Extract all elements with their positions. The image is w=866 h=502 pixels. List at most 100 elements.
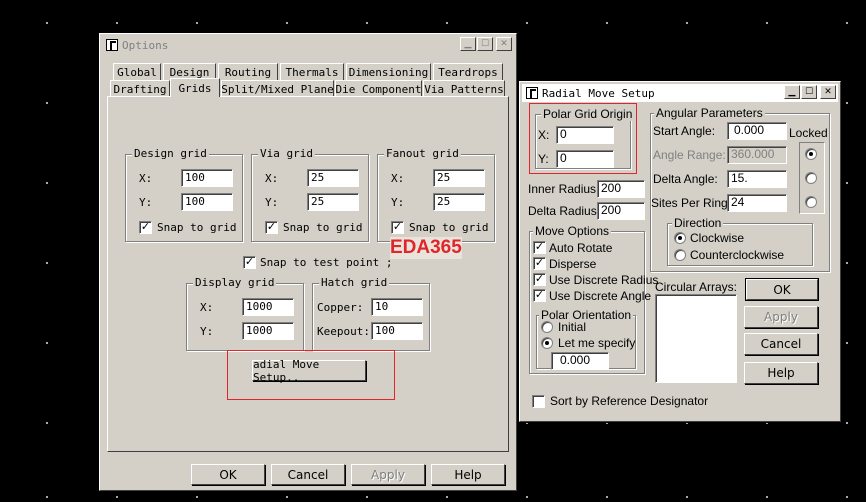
inner-radius-label: Inner Radius:: [528, 182, 600, 196]
direction-title: Direction: [672, 216, 724, 230]
grid-dot: [766, 496, 768, 498]
minimize-icon: ▁: [788, 86, 796, 97]
minimize-button[interactable]: ▁: [460, 37, 476, 51]
hatch-grid-keepout-field[interactable]: 100: [371, 322, 423, 340]
radial-dialog: Radial Move Setup ▁ ☐ ✕ Polar Grid Origi…: [519, 81, 841, 422]
hatch-grid-copper-field[interactable]: 10: [371, 298, 423, 316]
via-grid-y-label: Y:: [265, 196, 279, 209]
close-button[interactable]: ✕: [496, 37, 512, 51]
app-icon: [526, 87, 538, 99]
close-button[interactable]: ✕: [820, 85, 836, 99]
discrete-angle-label: Use Discrete Angle: [549, 289, 652, 303]
counterclockwise-radio[interactable]: [674, 249, 686, 261]
polar-origin-y-field[interactable]: 0: [556, 150, 614, 168]
grid-dot: [846, 262, 848, 264]
tab-global[interactable]: Global: [113, 63, 161, 80]
tab-split-mixed-plane[interactable]: Split/Mixed Plane: [221, 80, 334, 97]
disperse-checkbox[interactable]: ✓: [533, 257, 546, 270]
delta-radius-field[interactable]: 200: [597, 202, 645, 220]
grid-dot: [286, 496, 288, 498]
grid-dot: [446, 22, 448, 24]
radial-ok-button[interactable]: OK: [745, 278, 819, 301]
grid-dot: [606, 496, 608, 498]
display-grid-group: Display grid X: 1000 Y: 1000: [186, 276, 304, 351]
tab-via-patterns[interactable]: Via Patterns: [423, 80, 505, 97]
design-grid-snap-label: Snap to grid: [157, 221, 237, 234]
via-grid-group: Via grid X: 25 Y: 25 ✓ Snap to grid: [251, 147, 369, 242]
delta-angle-label: Delta Angle:: [653, 172, 718, 186]
grid-dot: [606, 22, 608, 24]
design-grid-y-field[interactable]: 100: [181, 193, 233, 211]
polar-origin-group: Polar Grid Origin X: 0 Y: 0: [535, 107, 635, 169]
grid-dot: [766, 22, 768, 24]
tab-grids[interactable]: Grids: [170, 78, 220, 97]
grid-dot: [846, 422, 848, 424]
tab-teardrops[interactable]: Teardrops: [433, 63, 503, 80]
initial-radio[interactable]: [541, 321, 553, 333]
app-icon: [106, 39, 118, 51]
orientation-angle-field[interactable]: 0.000: [551, 352, 609, 370]
via-grid-snap-checkbox[interactable]: ✓: [265, 221, 278, 234]
fanout-grid-y-label: Y:: [391, 196, 405, 209]
tab-dimensioning[interactable]: Dimensioning: [346, 63, 431, 80]
circular-arrays-list[interactable]: [655, 294, 737, 383]
polar-origin-x-field[interactable]: 0: [556, 126, 614, 144]
grid-dot: [46, 102, 48, 104]
sites-per-ring-field[interactable]: 24: [727, 194, 787, 212]
display-grid-x-label: X:: [200, 301, 214, 314]
tab-drafting[interactable]: Drafting: [110, 80, 170, 97]
radial-apply-button[interactable]: Apply: [744, 306, 818, 328]
delta-angle-field[interactable]: 15.: [727, 170, 787, 188]
radial-cancel-button[interactable]: Cancel: [744, 333, 818, 355]
snap-test-point-checkbox[interactable]: ✓: [243, 256, 256, 269]
polar-origin-x-label: X:: [538, 128, 550, 142]
design-grid-snap-checkbox[interactable]: ✓: [139, 221, 152, 234]
display-grid-y-field[interactable]: 1000: [242, 322, 294, 340]
maximize-button[interactable]: ☐: [477, 37, 493, 51]
lock-sites-radio[interactable]: [805, 196, 817, 208]
options-titlebar[interactable]: Options ▁ ☐ ✕: [102, 36, 514, 54]
fanout-grid-snap-checkbox[interactable]: ✓: [391, 221, 404, 234]
display-grid-x-field[interactable]: 1000: [242, 298, 294, 316]
fanout-grid-snap-label: Snap to grid: [409, 221, 489, 234]
design-grid-title: Design grid: [132, 147, 209, 160]
grids-panel: Design grid X: 100 Y: 100 ✓ Snap to grid…: [107, 96, 509, 452]
maximize-button[interactable]: ☐: [801, 85, 817, 99]
cancel-button[interactable]: Cancel: [271, 464, 345, 485]
grid-dot: [846, 342, 848, 344]
sort-by-refdes-checkbox[interactable]: [532, 395, 545, 408]
minimize-button[interactable]: ▁: [784, 85, 800, 99]
tab-thermals[interactable]: Thermals: [280, 63, 344, 80]
inner-radius-field[interactable]: 200: [597, 180, 645, 198]
let-me-specify-radio[interactable]: [541, 337, 553, 349]
grid-dot: [46, 182, 48, 184]
grid-dot: [766, 422, 768, 424]
radial-titlebar[interactable]: Radial Move Setup ▁ ☐ ✕: [522, 84, 838, 102]
fanout-grid-y-field[interactable]: 25: [433, 193, 485, 211]
grid-dot: [116, 22, 118, 24]
fanout-grid-x-field[interactable]: 25: [433, 169, 485, 187]
snap-test-point-label: Snap to test point ;: [260, 256, 393, 269]
clockwise-radio[interactable]: [674, 232, 686, 244]
move-options-group: Move Options ✓ Auto Rotate ✓ Disperse ✓ …: [529, 224, 658, 374]
start-angle-field[interactable]: 0.000: [727, 122, 787, 140]
angle-range-label: Angle Range:: [653, 148, 726, 162]
options-title: Options: [122, 38, 169, 52]
via-grid-y-field[interactable]: 25: [307, 193, 359, 211]
apply-button[interactable]: Apply: [351, 464, 425, 485]
tab-die-component[interactable]: Die Component: [335, 80, 422, 97]
grid-dot: [526, 22, 528, 24]
help-button[interactable]: Help: [431, 464, 505, 485]
lock-delta-angle-radio[interactable]: [805, 172, 817, 184]
grid-dot: [686, 22, 688, 24]
ok-button[interactable]: OK: [191, 464, 265, 485]
grid-dot: [686, 496, 688, 498]
auto-rotate-checkbox[interactable]: ✓: [533, 241, 546, 254]
discrete-angle-checkbox[interactable]: ✓: [533, 289, 546, 302]
discrete-radius-checkbox[interactable]: ✓: [533, 273, 546, 286]
design-grid-x-field[interactable]: 100: [181, 169, 233, 187]
via-grid-x-field[interactable]: 25: [307, 169, 359, 187]
tab-routing[interactable]: Routing: [218, 63, 278, 80]
lock-start-angle-radio[interactable]: [805, 148, 817, 160]
radial-help-button[interactable]: Help: [744, 362, 818, 384]
